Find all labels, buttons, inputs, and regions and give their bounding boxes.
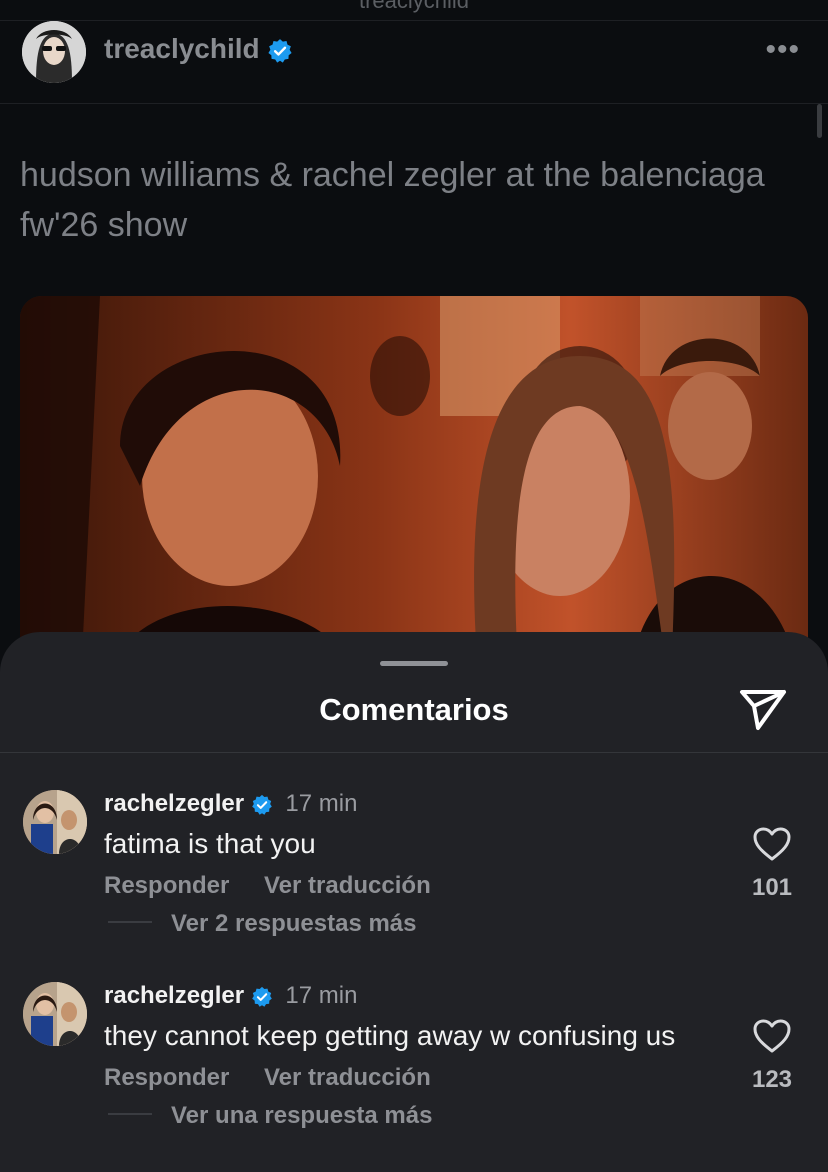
post-caption: hudson williams & rachel zegler at the b… (20, 156, 765, 244)
sheet-title: Comentarios (319, 692, 509, 727)
see-translation-button[interactable]: Ver traducción (264, 1064, 431, 1092)
commenter-avatar[interactable] (23, 790, 87, 854)
verified-badge-icon (268, 38, 293, 63)
comment-timestamp: 17 min (285, 790, 358, 817)
verified-badge-icon (251, 986, 272, 1007)
like-count: 101 (751, 874, 793, 901)
reply-button[interactable]: Responder (104, 872, 229, 900)
more-options-icon[interactable]: ••• (765, 33, 800, 67)
comment-timestamp: 17 min (285, 982, 358, 1009)
post-header: treaclychild ••• (0, 20, 828, 104)
like-count: 123 (751, 1066, 793, 1093)
sheet-divider (0, 752, 828, 753)
heart-icon[interactable] (752, 826, 792, 862)
sheet-drag-handle[interactable] (380, 661, 448, 666)
replies-divider (108, 1113, 152, 1115)
comment-item: rachelzegler 17 min fatima is that you R… (0, 790, 828, 960)
post-username-text[interactable]: treaclychild (104, 33, 260, 64)
commenter-username[interactable]: rachelzegler 17 min (104, 982, 357, 1010)
view-more-replies-button[interactable]: Ver una respuesta más (171, 1102, 432, 1130)
commenter-avatar[interactable] (23, 982, 87, 1046)
verified-badge-icon (251, 794, 272, 815)
comments-sheet: Comentarios rachelzegler 17 min fatima i… (0, 632, 828, 1172)
post-author-avatar[interactable] (22, 21, 86, 83)
comment-text: they cannot keep getting away w confusin… (104, 1020, 676, 1051)
comment-item: rachelzegler 17 min they cannot keep get… (0, 982, 828, 1152)
send-icon[interactable] (736, 684, 790, 734)
commenter-username[interactable]: rachelzegler 17 min (104, 790, 357, 818)
see-translation-button[interactable]: Ver traducción (264, 872, 431, 900)
post-username[interactable]: treaclychild (104, 33, 293, 65)
heart-icon[interactable] (752, 1018, 792, 1054)
comment-text: fatima is that you (104, 828, 316, 859)
replies-divider (108, 921, 152, 923)
view-more-replies-button[interactable]: Ver 2 respuestas más (171, 910, 417, 938)
reply-button[interactable]: Responder (104, 1064, 229, 1092)
top-title-partial: treaclychild (358, 0, 470, 13)
scrollbar[interactable] (817, 104, 822, 138)
username-text[interactable]: rachelzegler (104, 790, 244, 817)
username-text[interactable]: rachelzegler (104, 982, 244, 1009)
